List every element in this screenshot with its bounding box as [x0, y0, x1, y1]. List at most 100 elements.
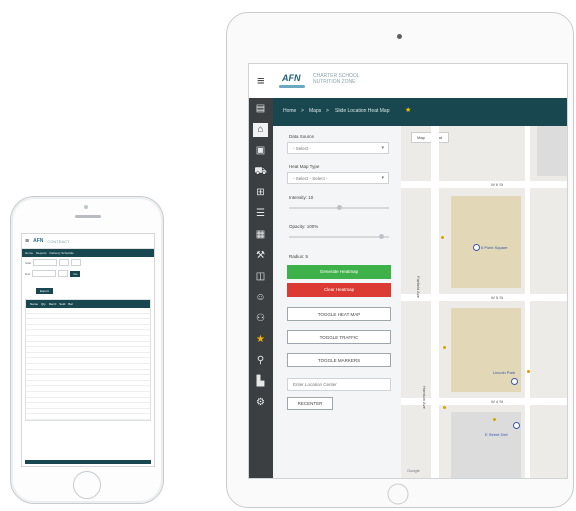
phone-end-input[interactable]	[32, 270, 57, 277]
map-marker-icon[interactable]	[443, 346, 446, 349]
breadcrumb-home[interactable]: Home	[283, 108, 296, 114]
phone-col-header: Sold	[59, 302, 66, 306]
bar-chart-icon[interactable]: ▙	[253, 375, 268, 389]
phone-start-input[interactable]	[33, 259, 58, 266]
map-type-toggle: Map Sat	[411, 132, 449, 143]
phone-camera	[84, 205, 88, 209]
phone-filter-label: End	[25, 271, 31, 276]
sidebar: ▤ ⌂ ▣ ⛟ ⊞ ☰ ▦ ⚒ ◫ ☺ ⚇ ★ ⚲ ▙ ⚙	[249, 98, 273, 478]
map-block	[451, 412, 521, 478]
map-road	[401, 181, 567, 188]
wrench-icon[interactable]: ⚒	[253, 249, 268, 263]
poi-label: E Street Deli	[485, 432, 508, 437]
recenter-button[interactable]: RECENTER	[287, 397, 333, 410]
phone-nav-reports[interactable]: Reports	[36, 251, 47, 255]
heat-map-type-select[interactable]: - Select - Select - ▾	[287, 172, 389, 184]
data-source-label: Data Source	[289, 134, 315, 139]
street-label: Fairfield Ave	[416, 276, 421, 298]
phone-go-button[interactable]: Go	[70, 270, 81, 277]
breadcrumb-maps[interactable]: Maps	[309, 108, 321, 114]
logo-swoosh-icon	[279, 85, 305, 88]
link-icon[interactable]: ⚲	[253, 354, 268, 368]
heat-map-type-value: - Select - Select -	[293, 176, 328, 181]
phone-table-header: Name Qty Rec'd Sold Bal	[26, 300, 150, 308]
map-poi-icon[interactable]	[513, 422, 520, 429]
poi-label: 6 Point Square	[481, 245, 508, 250]
data-source-select[interactable]: - Select - ▾	[287, 142, 389, 154]
phone-home-button[interactable]	[73, 471, 101, 499]
street-label: Harrison Ave	[422, 386, 427, 409]
app-logo[interactable]: AFN	[282, 73, 301, 83]
briefcase-icon[interactable]: ▣	[253, 144, 268, 158]
hamburger-menu-icon[interactable]: ≡	[257, 74, 265, 87]
phone-filter-label: Start	[25, 260, 32, 265]
phone-col-header: Bal	[68, 302, 73, 306]
poi-label: Lincoln Park	[493, 370, 516, 375]
breadcrumb-separator: >	[326, 108, 329, 114]
map-attribution: Google	[407, 468, 420, 473]
app-logo-text: CHARTER SCHOOL NUTRITION ZONE	[313, 73, 360, 85]
intensity-slider[interactable]	[289, 205, 389, 210]
generate-heatmap-button[interactable]: Generate Heatmap	[287, 265, 391, 279]
user-icon[interactable]: ☺	[253, 291, 268, 305]
map-poi-icon[interactable]	[473, 244, 480, 251]
map-marker-icon[interactable]	[527, 370, 530, 373]
map-toggle-map[interactable]: Map	[412, 133, 430, 142]
phone-speaker	[75, 215, 101, 218]
table-row[interactable]	[26, 414, 150, 420]
toggle-traffic-button[interactable]: TOGGLE TRAFFIC	[287, 330, 391, 344]
map-road	[525, 126, 530, 478]
logo-text-line2: NUTRITION ZONE	[313, 79, 356, 85]
settings-icon[interactable]: ⚙	[253, 396, 268, 410]
map-road	[431, 126, 439, 478]
opacity-slider[interactable]	[289, 234, 389, 239]
map-marker-icon[interactable]	[441, 236, 444, 239]
phone-option-box[interactable]	[58, 270, 69, 277]
chevron-down-icon: ▾	[381, 145, 384, 151]
phone-logo: AFN	[33, 238, 44, 244]
intensity-slider-handle[interactable]	[336, 205, 342, 210]
clear-heatmap-button[interactable]: Clear Heatmap	[287, 283, 391, 297]
map-view[interactable]: Map Sat W 6 St W 5 St W 4 St Fairfield A…	[401, 126, 567, 478]
map-marker-icon[interactable]	[493, 418, 496, 421]
street-label: W 5 St	[491, 295, 504, 300]
phone-table: Name Qty Rec'd Sold Bal	[25, 299, 151, 421]
home-icon[interactable]: ⌂	[253, 123, 268, 137]
phone-device: ≡ AFN CONTRACT Home Reports Delivery Sch…	[10, 196, 164, 504]
map-marker-icon[interactable]	[443, 406, 446, 409]
map-poi-icon[interactable]	[511, 378, 518, 385]
phone-nav-home[interactable]: Home	[25, 251, 33, 255]
heat-map-type-label: Heat Map Type	[289, 164, 320, 169]
phone-option-box[interactable]	[59, 259, 70, 266]
map-block	[451, 196, 521, 288]
phone-col-header: Name	[30, 302, 39, 306]
people-icon[interactable]: ⚇	[253, 312, 268, 326]
location-center-input[interactable]: Enter Location Center	[287, 378, 391, 391]
calendar-icon[interactable]: ▦	[253, 228, 268, 242]
list-icon[interactable]: ☰	[253, 207, 268, 221]
hamburger-menu-icon[interactable]: ≡	[25, 238, 29, 245]
phone-option-box[interactable]	[71, 259, 82, 266]
doc-icon[interactable]: ▤	[253, 102, 268, 116]
phone-logo-text: CONTRACT	[47, 238, 70, 244]
tablet-camera	[397, 34, 402, 39]
cart-icon[interactable]: ⊞	[253, 186, 268, 200]
breadcrumb-current: Slide Location Heat Map	[335, 108, 390, 114]
star-icon[interactable]: ★	[253, 333, 268, 347]
street-label: W 4 St	[491, 399, 504, 404]
favorite-star-icon[interactable]: ★	[405, 106, 411, 114]
truck-icon[interactable]: ⛟	[253, 165, 268, 179]
tablet-screen: ≡ AFN CHARTER SCHOOL NUTRITION ZONE ▤ ⌂ ▣ ⛟…	[248, 63, 568, 479]
tablet-home-button[interactable]	[385, 483, 411, 505]
phone-header: ≡ AFN CONTRACT	[22, 234, 154, 249]
map-block	[537, 126, 567, 176]
toggle-heat-map-button[interactable]: TOGGLE HEAT MAP	[287, 307, 391, 321]
breadcrumb: Home > Maps > Slide Location Heat Map ★	[273, 98, 567, 126]
radius-label: Radius: 5	[289, 254, 309, 259]
toggle-markers-button[interactable]: TOGGLE MARKERS	[287, 353, 391, 367]
intensity-label: Intensity: 10	[289, 195, 314, 200]
chart-icon[interactable]: ◫	[253, 270, 268, 284]
phone-table-body	[26, 308, 150, 420]
phone-export-button[interactable]: Export	[36, 288, 53, 294]
phone-filter-row: End Go	[22, 268, 154, 279]
